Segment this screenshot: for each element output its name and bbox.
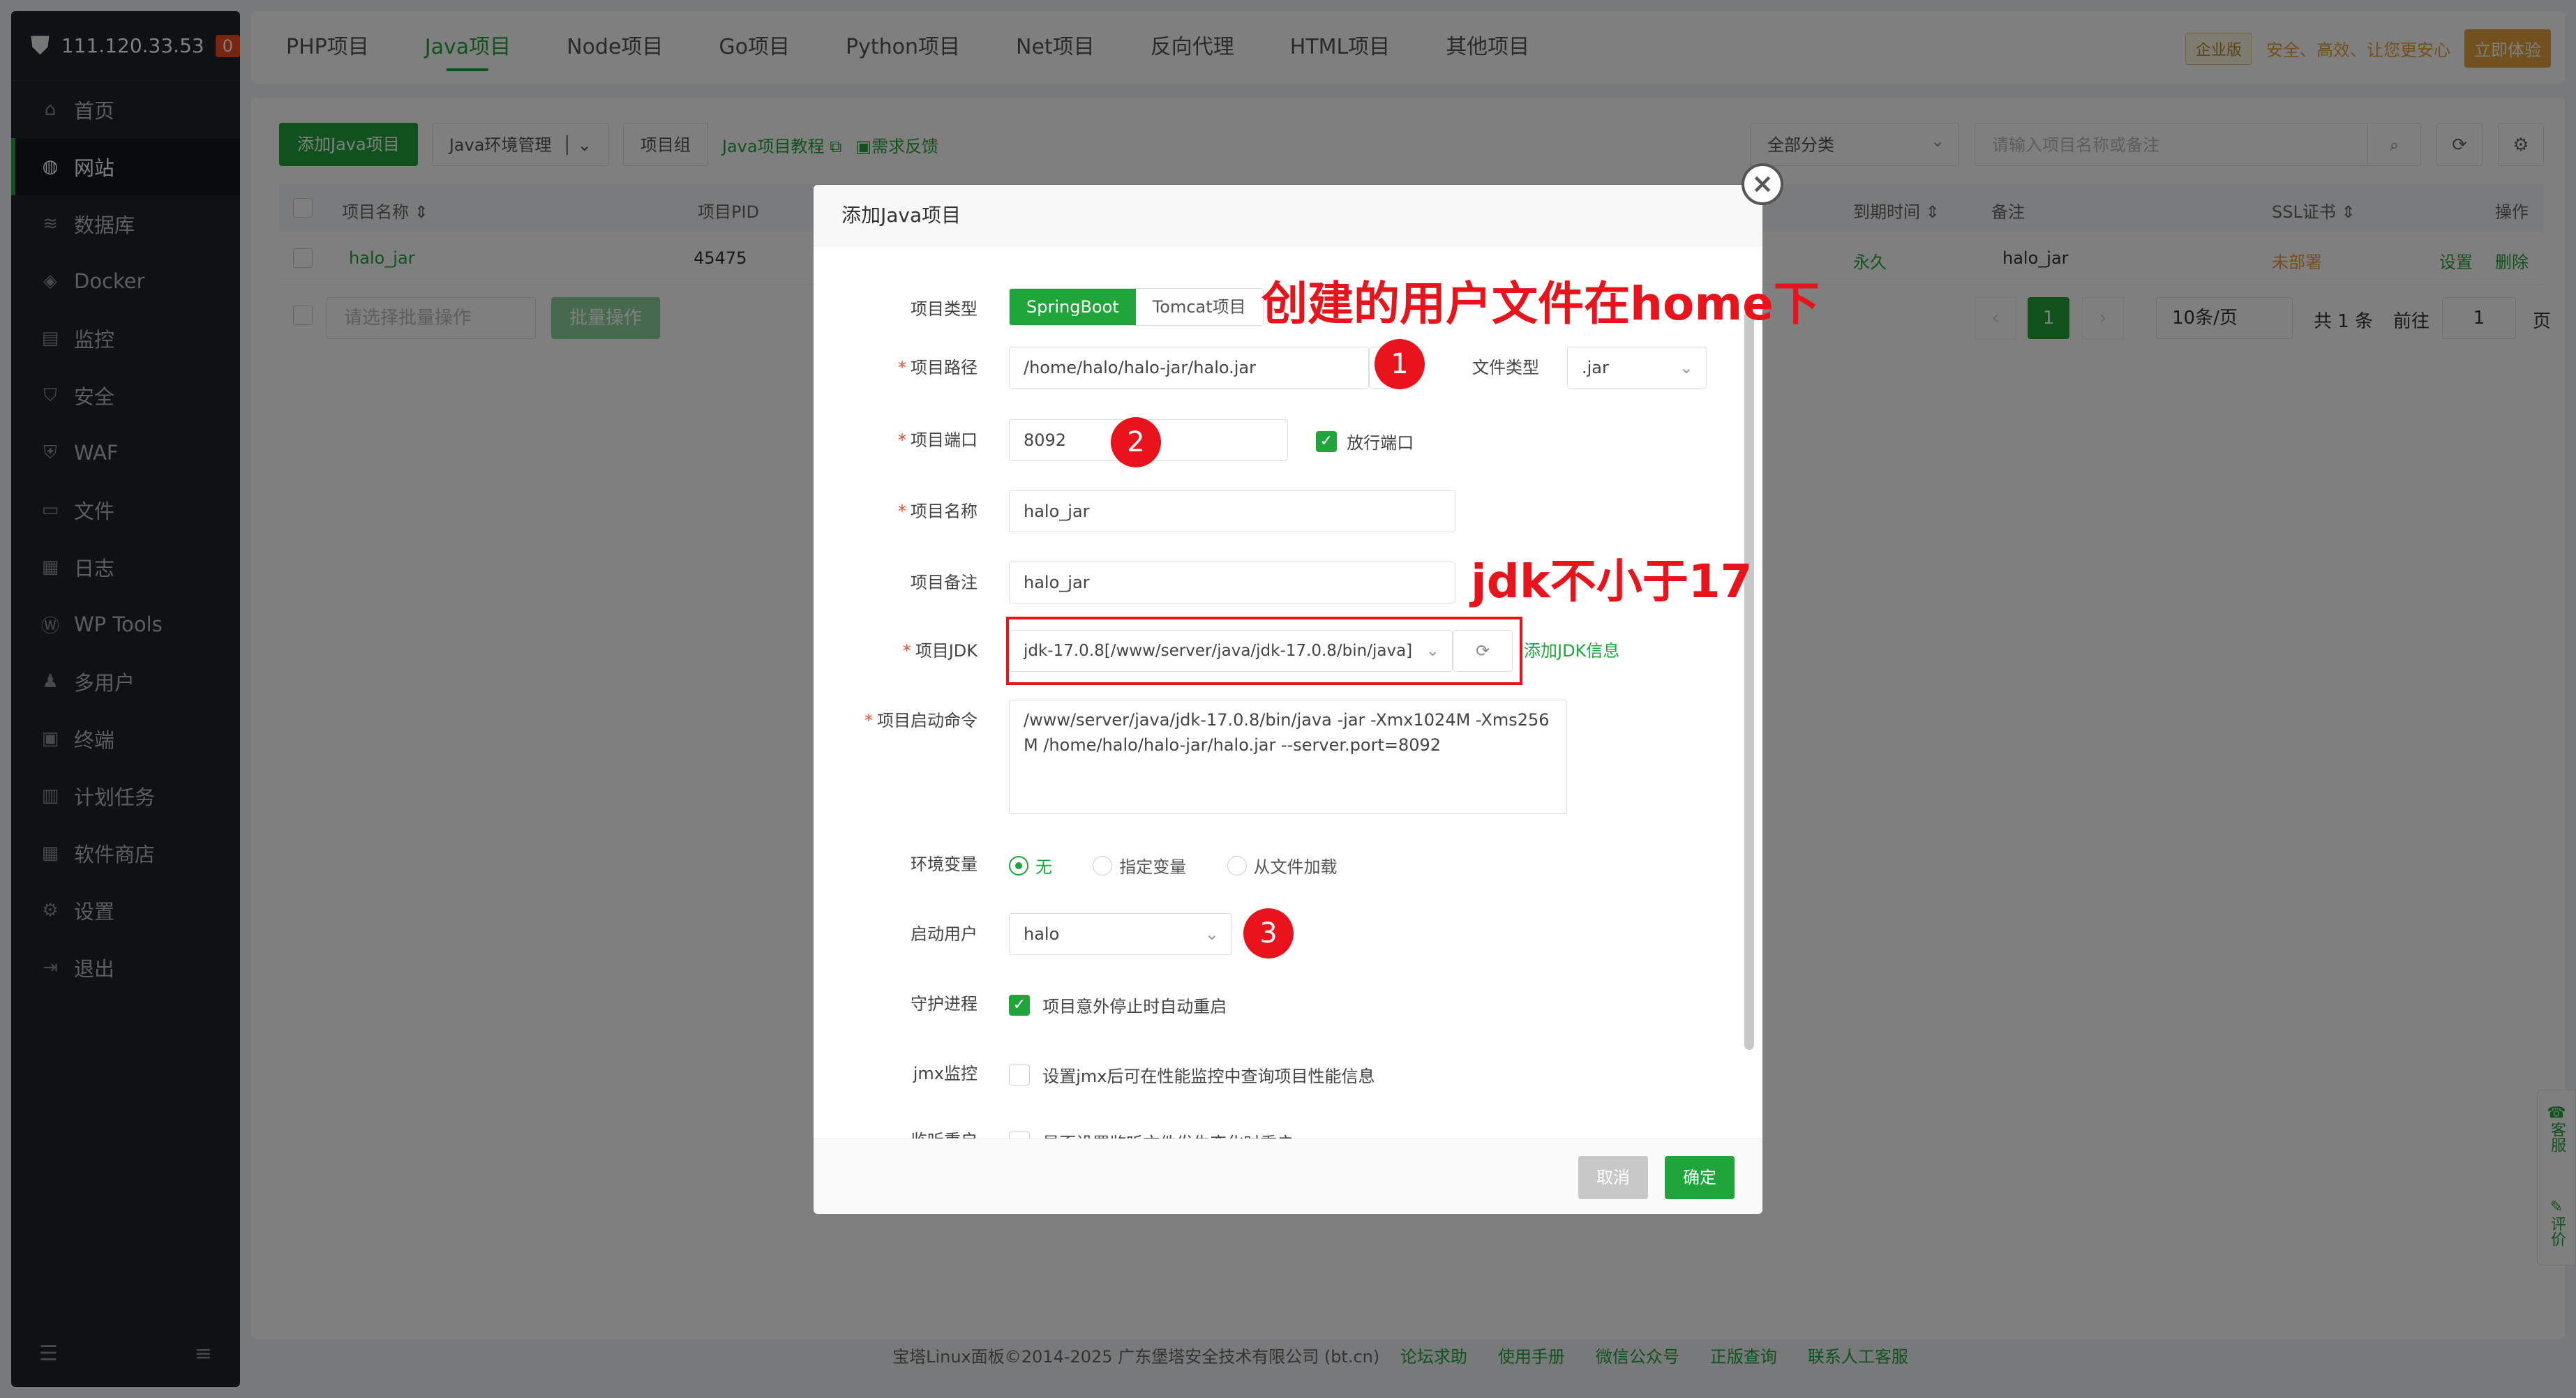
path-label: * 项目路径 [898, 347, 978, 389]
jdk-label: * 项目JDK [903, 630, 978, 672]
radio-on-icon [1009, 855, 1028, 875]
jdk-highlight-box [1006, 617, 1522, 685]
file-type-select[interactable]: .jar ⌄ [1567, 347, 1707, 389]
row-port: * 项目端口 8092 ✓ 放行端口 [814, 419, 1762, 461]
annotation-3: 3 [1243, 908, 1294, 959]
jmx-checkbox[interactable]: 设置jmx后可在性能监控中查询项目性能信息 [1009, 1062, 1375, 1087]
annotation-2: 2 [1111, 417, 1161, 467]
row-watch: 监听重启 是否设置监听文件发生变化时重启 [814, 1120, 1762, 1139]
row-env: 环境变量 无 指定变量 从文件加载 [814, 843, 1762, 885]
env-file-label: 从文件加载 [1253, 857, 1338, 877]
port-label: * 项目端口 [898, 419, 978, 461]
dialog-title: 添加Java项目 [814, 185, 1762, 246]
daemon-text: 项目意外停止时自动重启 [1042, 997, 1227, 1016]
project-type-segment: SpringBoot Tomcat项目 [1009, 288, 1264, 326]
env-none-label: 无 [1035, 857, 1052, 877]
user-label: 启动用户 [911, 924, 978, 944]
annotation-home-text: 创建的用户文件在home下 [1261, 277, 1820, 331]
remark-label: 项目备注 [911, 573, 978, 592]
radio-off-icon [1093, 855, 1113, 875]
name-input[interactable]: halo_jar [1009, 490, 1455, 532]
daemon-checkbox[interactable]: ✓ 项目意外停止时自动重启 [1009, 993, 1227, 1017]
chevron-down-icon: ⌄ [1204, 924, 1219, 944]
cancel-button[interactable]: 取消 [1578, 1156, 1648, 1199]
check-icon: ✓ [1009, 994, 1030, 1016]
watch-label: 监听重启 [911, 1120, 978, 1139]
row-path: *项目路径 /home/halo/halo-jar/halo.jar ▭ 文件类… [814, 347, 1762, 389]
add-jdk-link[interactable]: 添加JDK信息 [1524, 630, 1619, 672]
env-file-radio[interactable]: 从文件加载 [1227, 855, 1372, 877]
daemon-label: 守护进程 [911, 994, 978, 1014]
dialog-footer: 取消 确定 [814, 1138, 1762, 1214]
confirm-button[interactable]: 确定 [1665, 1156, 1735, 1199]
dialog-body: 项目类型 SpringBoot Tomcat项目 * 项目路径 /home/hal… [814, 246, 1762, 1139]
jmx-text: 设置jmx后可在性能监控中查询项目性能信息 [1042, 1067, 1375, 1086]
env-radio-group: 无 指定变量 从文件加载 [1009, 853, 1372, 878]
port-label-text: 项目端口 [911, 430, 978, 450]
name-label-text: 项目名称 [911, 502, 978, 521]
annotation-jdk-text: jdk不小于17 [1471, 555, 1753, 608]
required-mark: * [898, 502, 906, 521]
path-label-text: 项目路径 [911, 358, 978, 377]
unchecked-icon [1009, 1064, 1030, 1085]
check-icon: ✓ [1316, 430, 1337, 452]
row-jmx: jmx监控 设置jmx后可在性能监控中查询项目性能信息 [814, 1053, 1762, 1095]
type-tomcat-option[interactable]: Tomcat项目 [1136, 289, 1263, 325]
name-label: * 项目名称 [898, 490, 978, 532]
env-label: 环境变量 [911, 855, 978, 874]
user-value: halo [1024, 924, 1060, 944]
open-port-label: 放行端口 [1347, 433, 1414, 453]
row-name: * 项目名称 halo_jar [814, 490, 1762, 532]
env-specified-label: 指定变量 [1119, 857, 1187, 877]
jdk-label-text: 项目JDK [915, 641, 978, 661]
required-mark: * [898, 430, 906, 450]
type-springboot-option[interactable]: SpringBoot [1010, 289, 1136, 325]
dialog-scrollbar[interactable] [1744, 310, 1754, 1050]
chevron-down-icon: ⌄ [1679, 358, 1693, 377]
row-daemon: 守护进程 ✓ 项目意外停止时自动重启 [814, 983, 1762, 1025]
path-input[interactable]: /home/halo/halo-jar/halo.jar [1009, 347, 1369, 389]
cmd-label-text: 项目启动命令 [877, 711, 978, 730]
annotation-1: 1 [1375, 339, 1425, 389]
cmd-label: * 项目启动命令 [864, 700, 978, 742]
remark-input[interactable]: halo_jar [1009, 562, 1455, 603]
watch-checkbox[interactable]: 是否设置监听文件发生变化时重启 [1009, 1129, 1294, 1139]
jmx-label: jmx监控 [913, 1064, 978, 1083]
file-type-label: 文件类型 [1472, 358, 1539, 377]
radio-off-icon [1227, 855, 1247, 875]
type-label: 项目类型 [911, 299, 978, 319]
required-mark: * [864, 711, 873, 730]
file-type-value: .jar [1582, 358, 1609, 377]
command-textarea[interactable]: /www/server/java/jdk-17.0.8/bin/java -ja… [1009, 700, 1567, 814]
required-mark: * [898, 358, 906, 377]
env-none-radio[interactable]: 无 [1009, 855, 1087, 877]
user-select[interactable]: halo ⌄ [1009, 913, 1232, 955]
add-java-project-dialog: 添加Java项目 项目类型 SpringBoot Tomcat项目 * 项目路径 … [814, 185, 1762, 1214]
env-specified-radio[interactable]: 指定变量 [1093, 855, 1221, 877]
open-port-checkbox[interactable]: ✓ 放行端口 [1316, 429, 1414, 453]
row-command: * 项目启动命令 /www/server/java/jdk-17.0.8/bin/… [814, 700, 1762, 814]
close-icon[interactable]: × [1742, 163, 1783, 205]
required-mark: * [902, 641, 911, 661]
